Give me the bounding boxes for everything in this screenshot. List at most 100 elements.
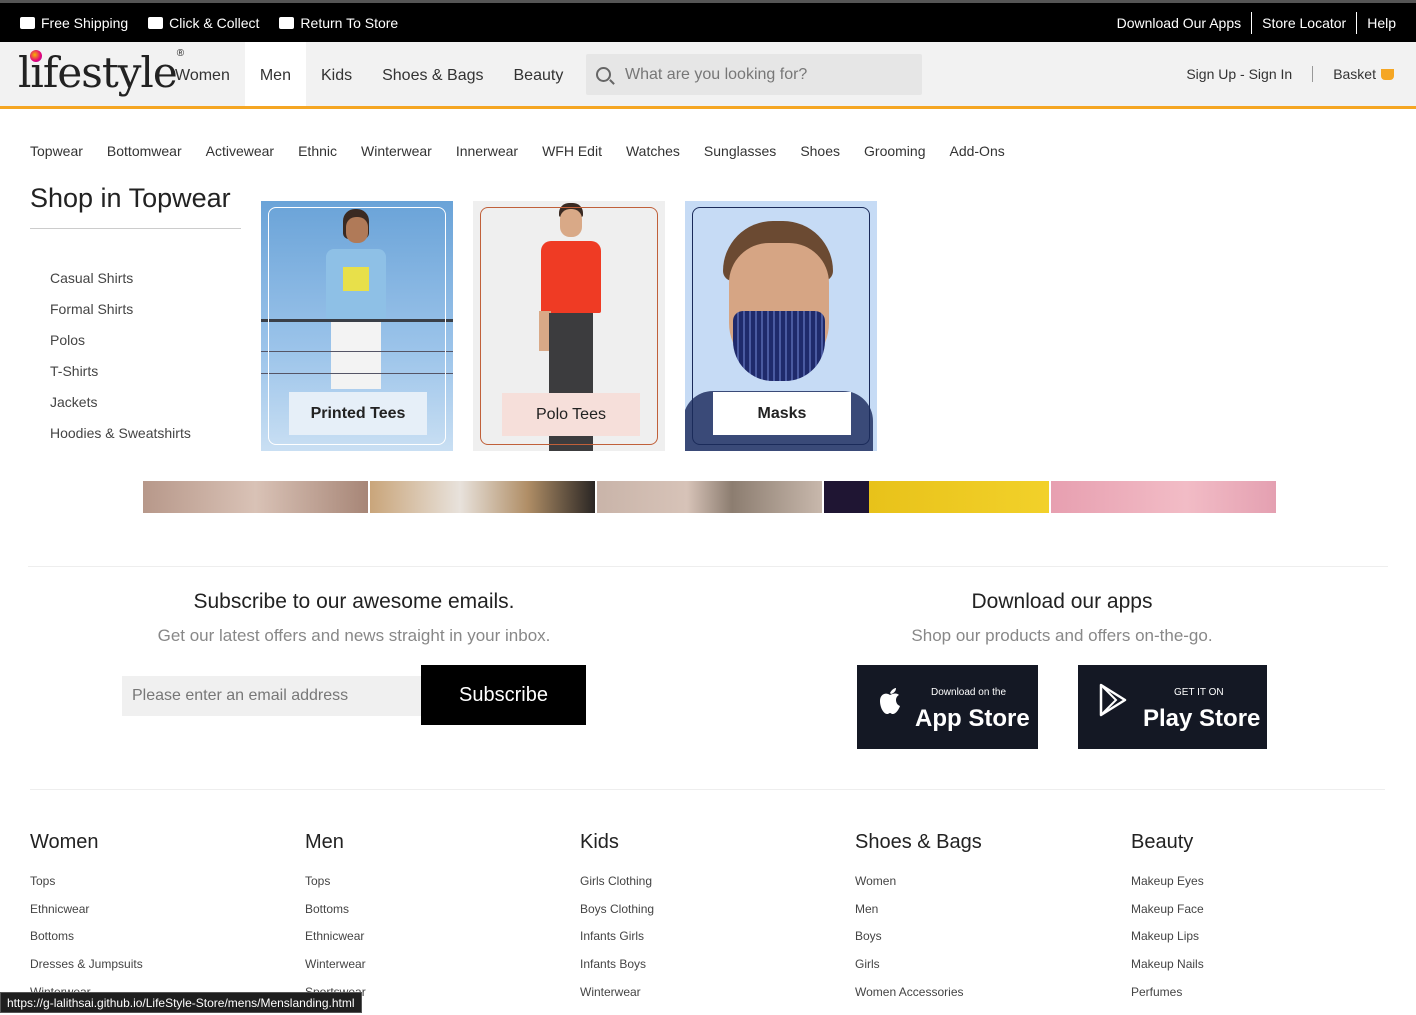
footer-link[interactable]: Ethnicwear	[30, 902, 143, 930]
lifestyle-logo[interactable]: lifestyle®	[18, 48, 184, 97]
perk-click-collect[interactable]: Click & Collect	[148, 15, 259, 31]
footer-link[interactable]: Bottoms	[305, 902, 366, 930]
category-hoodies[interactable]: Hoodies & Sweatshirts	[50, 425, 191, 456]
apps-text: Shop our products and offers on-the-go.	[911, 626, 1213, 645]
footer-link[interactable]: Winterwear	[580, 985, 654, 1013]
subscribe-text: Get our latest offers and news straight …	[157, 626, 551, 645]
footer-link[interactable]: Boys Clothing	[580, 902, 654, 930]
footer-link[interactable]: Boys	[855, 929, 982, 957]
main-nav: Women Men Kids Shoes & Bags Beauty	[160, 42, 578, 106]
footer-link[interactable]: Makeup Lips	[1131, 929, 1204, 957]
footer-col-title: Shoes & Bags	[855, 831, 982, 853]
email-field-wrapper	[122, 676, 422, 716]
category-jackets[interactable]: Jackets	[50, 394, 191, 425]
subnav-shoes[interactable]: Shoes	[800, 143, 840, 159]
divider	[30, 789, 1385, 790]
store-return-icon	[279, 17, 295, 29]
footer-link[interactable]: Men	[855, 902, 982, 930]
search-input[interactable]	[625, 65, 905, 84]
subnav-wfh-edit[interactable]: WFH Edit	[542, 143, 602, 159]
basket-link[interactable]: Basket	[1313, 66, 1394, 82]
subnav-watches[interactable]: Watches	[626, 143, 680, 159]
search-bar	[586, 54, 922, 95]
footer-link[interactable]: Tops	[305, 874, 366, 902]
category-polos[interactable]: Polos	[50, 332, 191, 363]
apple-icon	[880, 688, 900, 714]
nav-women[interactable]: Women	[160, 42, 245, 106]
subnav-activewear[interactable]: Activewear	[206, 143, 274, 159]
footer-link[interactable]: Makeup Face	[1131, 902, 1204, 930]
footer-col-title: Men	[305, 831, 344, 853]
footer-link[interactable]: Tops	[30, 874, 143, 902]
subnav-sunglasses[interactable]: Sunglasses	[704, 143, 776, 159]
subnav-add-ons[interactable]: Add-Ons	[949, 143, 1004, 159]
card-masks[interactable]: Masks	[685, 201, 877, 451]
card-polo-tees[interactable]: Polo Tees	[473, 201, 665, 451]
subscribe-button[interactable]: Subscribe	[421, 665, 586, 725]
category-formal-shirts[interactable]: Formal Shirts	[50, 301, 191, 332]
footer-link[interactable]: Bottoms	[30, 929, 143, 957]
footer-link[interactable]: Ethnicwear	[305, 929, 366, 957]
footer-link[interactable]: Women Accessories	[855, 985, 982, 1013]
subnav-bottomwear[interactable]: Bottomwear	[107, 143, 182, 159]
card-label: Masks	[713, 392, 851, 435]
store-locator-link[interactable]: Store Locator	[1252, 12, 1358, 34]
banner-image[interactable]	[597, 481, 822, 513]
play-store-button[interactable]: GET IT ON Play Store	[1078, 665, 1267, 749]
banner-image[interactable]	[143, 481, 368, 513]
footer-col-men: Men Tops Bottoms Ethnicwear Winterwear S…	[305, 831, 366, 1012]
site-header: lifestyle® Women Men Kids Shoes & Bags B…	[0, 42, 1416, 109]
signin-link[interactable]: Sign Up - Sign In	[1186, 66, 1314, 82]
browser-status-url: https://g-lalithsai.github.io/LifeStyle-…	[0, 992, 362, 1013]
subnav-grooming[interactable]: Grooming	[864, 143, 925, 159]
search-icon[interactable]	[596, 67, 611, 82]
footer-link[interactable]: Dresses & Jumpsuits	[30, 957, 143, 985]
card-label: Printed Tees	[289, 392, 427, 435]
email-field[interactable]	[132, 687, 412, 705]
footer-link[interactable]: Infants Girls	[580, 929, 654, 957]
top-bar-perks: Free Shipping Click & Collect Return To …	[20, 15, 398, 31]
footer-link[interactable]: Winterwear	[305, 957, 366, 985]
category-t-shirts[interactable]: T-Shirts	[50, 363, 191, 394]
subnav-winterwear[interactable]: Winterwear	[361, 143, 432, 159]
footer-link[interactable]: Perfumes	[1131, 985, 1204, 1013]
footer-col-shoes-bags: Shoes & Bags Women Men Boys Girls Women …	[855, 831, 982, 1012]
category-subnav: Topwear Bottomwear Activewear Ethnic Win…	[30, 143, 1005, 159]
footer-link[interactable]: Women	[855, 874, 982, 902]
footer-col-title: Beauty	[1131, 831, 1194, 853]
perk-return-store[interactable]: Return To Store	[279, 15, 398, 31]
category-casual-shirts[interactable]: Casual Shirts	[50, 270, 191, 301]
nav-beauty[interactable]: Beauty	[499, 42, 579, 106]
footer-link[interactable]: Girls	[855, 957, 982, 985]
footer-link[interactable]: Infants Boys	[580, 957, 654, 985]
footer-col-beauty: Beauty Makeup Eyes Makeup Face Makeup Li…	[1131, 831, 1204, 1012]
subnav-ethnic[interactable]: Ethnic	[298, 143, 337, 159]
card-printed-tees[interactable]: Printed Tees	[261, 201, 453, 451]
subscribe-title: Subscribe to our awesome emails.	[193, 590, 515, 613]
banner-image[interactable]	[1051, 481, 1276, 513]
header-account: Sign Up - Sign In Basket	[1186, 66, 1394, 82]
nav-men[interactable]: Men	[244, 42, 306, 106]
basket-icon	[1381, 68, 1394, 80]
footer-col-title: Kids	[580, 831, 619, 853]
footer-col-kids: Kids Girls Clothing Boys Clothing Infant…	[580, 831, 654, 1012]
logo-dot-icon	[30, 50, 42, 62]
footer-link[interactable]: Makeup Eyes	[1131, 874, 1204, 902]
category-list: Casual Shirts Formal Shirts Polos T-Shir…	[50, 270, 191, 456]
download-apps-link[interactable]: Download Our Apps	[1107, 12, 1253, 34]
top-bar: Free Shipping Click & Collect Return To …	[0, 0, 1416, 42]
subnav-innerwear[interactable]: Innerwear	[456, 143, 518, 159]
subnav-topwear[interactable]: Topwear	[30, 143, 83, 159]
perk-free-shipping[interactable]: Free Shipping	[20, 15, 128, 31]
banner-image[interactable]	[824, 481, 1049, 513]
banner-image[interactable]	[370, 481, 595, 513]
footer-link[interactable]: Girls Clothing	[580, 874, 654, 902]
banner-strip	[143, 481, 1276, 513]
nav-shoes-bags[interactable]: Shoes & Bags	[367, 42, 498, 106]
footer-col-title: Women	[30, 831, 99, 853]
help-link[interactable]: Help	[1357, 12, 1406, 34]
nav-kids[interactable]: Kids	[306, 42, 367, 106]
app-store-button[interactable]: Download on the App Store	[857, 665, 1038, 749]
footer-link[interactable]: Makeup Nails	[1131, 957, 1204, 985]
play-store-icon	[1099, 683, 1127, 717]
